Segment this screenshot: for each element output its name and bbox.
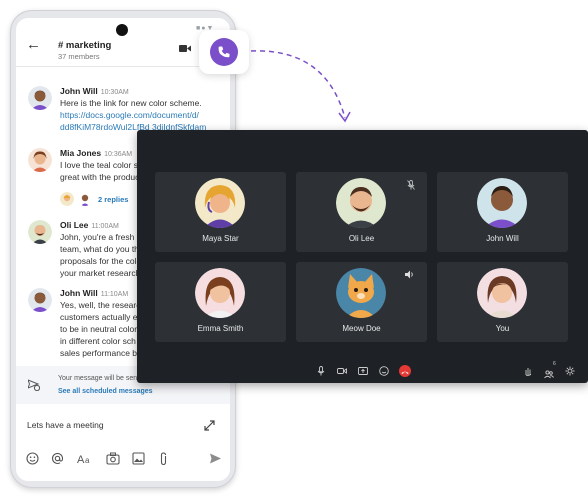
- participant-name: John Will: [486, 234, 519, 243]
- message-author: Mia Jones 10:36AM: [60, 148, 133, 158]
- message-text: Here is the link for new color scheme. h…: [60, 97, 230, 133]
- svg-text:a: a: [85, 456, 90, 465]
- mic-muted-icon: [407, 180, 415, 190]
- participant-tile[interactable]: John Will: [437, 172, 568, 252]
- scheduled-notice: Your message will be sen: [58, 375, 138, 382]
- message-author: John Will 11:10AM: [60, 288, 129, 298]
- participant-tile[interactable]: Meow Doe: [296, 262, 427, 342]
- reply-avatar: [60, 192, 74, 206]
- participant-name: Meow Doe: [342, 324, 381, 333]
- hang-up-icon: [401, 371, 409, 374]
- participant-count-badge: 6: [553, 361, 556, 367]
- replies-count[interactable]: 2 replies: [98, 195, 128, 204]
- message-time: 10:36AM: [104, 151, 133, 158]
- end-call-button[interactable]: [399, 365, 411, 377]
- channel-name: # marketing: [58, 40, 112, 51]
- participant-name: You: [495, 324, 510, 333]
- settings-gear-icon[interactable]: [565, 366, 575, 376]
- message-author: Oli Lee 11:00AM: [60, 220, 119, 230]
- avatar[interactable]: [28, 148, 52, 172]
- message-time: 11:10AM: [100, 291, 129, 298]
- message-composer: Aa: [16, 404, 230, 481]
- reply-avatar: [78, 192, 92, 206]
- composer-toolbar: Aa: [26, 452, 226, 466]
- message-input[interactable]: [27, 414, 187, 436]
- emoji-icon[interactable]: [26, 452, 39, 465]
- speaker-icon: [405, 270, 413, 279]
- scheduled-send-icon: [28, 379, 40, 391]
- screen-share-icon[interactable]: [358, 366, 368, 376]
- avatar[interactable]: [28, 220, 52, 244]
- text-format-icon[interactable]: Aa: [77, 452, 93, 465]
- participant-avatar: [477, 178, 527, 228]
- participant-tile[interactable]: Oli Lee: [296, 172, 427, 252]
- participant-avatar: [477, 268, 527, 318]
- call-controls: 6: [137, 361, 588, 382]
- message-time: 11:00AM: [91, 223, 119, 230]
- back-arrow-icon[interactable]: ←: [26, 36, 41, 53]
- participant-tile[interactable]: Maya Star: [155, 172, 286, 252]
- raise-hand-icon[interactable]: [523, 366, 533, 376]
- avatar[interactable]: [28, 288, 52, 312]
- avatar[interactable]: [28, 86, 52, 110]
- reaction-icon[interactable]: [379, 366, 389, 376]
- camera-toggle-icon[interactable]: [337, 366, 347, 376]
- participants-button[interactable]: 6: [544, 361, 558, 379]
- phone-icon: [218, 46, 230, 58]
- mention-icon[interactable]: [51, 452, 64, 465]
- camera-icon[interactable]: [106, 452, 120, 465]
- image-icon[interactable]: [132, 452, 145, 465]
- member-count: 37 members: [58, 52, 100, 61]
- expand-icon[interactable]: [204, 420, 215, 431]
- participant-avatar: [336, 178, 386, 228]
- voice-call-circle: [210, 38, 238, 66]
- participant-name: Emma Smith: [197, 324, 244, 333]
- participant-tile[interactable]: You: [437, 262, 568, 342]
- participant-name: Maya Star: [202, 234, 239, 243]
- video-call-window: Maya Star Oli Lee John Will Emma Smith M…: [137, 130, 588, 383]
- attachment-icon[interactable]: [158, 452, 169, 466]
- svg-text:A: A: [77, 454, 85, 465]
- microphone-icon[interactable]: [317, 366, 325, 376]
- participant-avatar: [336, 268, 386, 318]
- video-call-icon[interactable]: [179, 44, 191, 53]
- phone-camera: [116, 24, 128, 36]
- voice-call-button[interactable]: [199, 30, 249, 74]
- message-time: 10:30AM: [100, 89, 129, 96]
- status-bar-icons: ■●▼: [196, 25, 215, 32]
- send-icon[interactable]: [209, 452, 222, 465]
- participant-name: Oli Lee: [348, 234, 375, 243]
- see-scheduled-link[interactable]: See all scheduled messages: [58, 388, 153, 395]
- message-item: John Will 10:30AM Here is the link for ne…: [28, 86, 228, 136]
- participant-avatar: [195, 268, 245, 318]
- participant-tile[interactable]: Emma Smith: [155, 262, 286, 342]
- message-author: John Will 10:30AM: [60, 86, 129, 96]
- participants-icon: [544, 370, 554, 379]
- participant-avatar: [195, 178, 245, 228]
